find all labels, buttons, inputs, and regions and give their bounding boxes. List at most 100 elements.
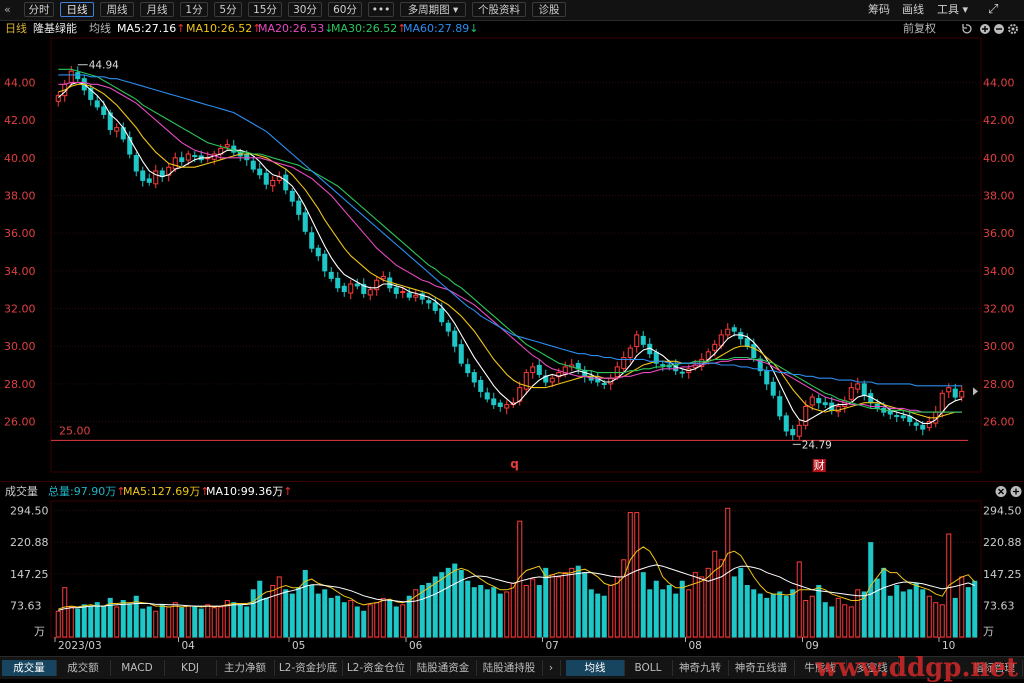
tab-5min[interactable]: 5分: [214, 2, 242, 17]
date-label: 04: [182, 640, 196, 652]
ma-lines: [57, 68, 962, 424]
ma60-value: MA60:27.89↓: [403, 22, 479, 35]
date-label: 05: [292, 640, 305, 652]
volume-bar: [692, 572, 698, 638]
q-marker: q: [510, 457, 519, 471]
zoom-out-icon[interactable]: [994, 24, 1004, 34]
tab-monthly[interactable]: 月线: [140, 2, 174, 17]
volume-chart[interactable]: 294.50 294.50 220.88 220.88 147.25 147.25 73.6…: [0, 500, 1024, 655]
candle-body: [497, 402, 503, 407]
candle-body: [504, 404, 510, 409]
volume-bar: [439, 572, 445, 638]
tab-60min[interactable]: 60分: [328, 2, 362, 17]
tab-30min[interactable]: 30分: [288, 2, 322, 17]
collapse-back-icon[interactable]: «: [4, 2, 11, 17]
candle: [361, 278, 367, 298]
tab-main-net[interactable]: 主力净额: [216, 660, 275, 676]
volume-bar: [848, 606, 854, 638]
tab-turnover[interactable]: 成交额: [56, 660, 111, 676]
volume-bar: [380, 597, 386, 638]
candle-body: [302, 212, 308, 232]
candle-body: [536, 364, 542, 375]
volume-bar: [900, 591, 906, 638]
candle: [406, 287, 412, 301]
tab-weekly[interactable]: 周线: [100, 2, 134, 17]
volume-bar: [491, 587, 497, 638]
diagnose-button[interactable]: 诊股: [532, 2, 566, 17]
volume-bar: [543, 567, 549, 638]
tab-hk-connect-funds[interactable]: 陆股通资金: [410, 660, 477, 676]
candle: [796, 420, 802, 440]
fullscreen-icon[interactable]: ⤢: [988, 2, 998, 17]
volume-bar: [621, 559, 627, 638]
volume-bar: [770, 593, 776, 638]
candlestick-chart[interactable]: 44.00 44.00 42.00 42.00 40.00 40.00 38.00 38.00…: [0, 37, 1024, 477]
zoom-in-icon[interactable]: [980, 24, 990, 34]
volume-bar: [257, 580, 263, 638]
candle: [328, 267, 334, 282]
draw-line-button[interactable]: 画线: [902, 2, 924, 17]
candle-body: [861, 383, 867, 396]
candle-body: [153, 170, 159, 185]
tab-ma[interactable]: 均线: [566, 660, 625, 676]
multi-period-dropdown[interactable]: 多周期图 ▾: [400, 2, 466, 17]
down-arrow-icon: ↓: [469, 22, 479, 35]
tab-l2-bottom[interactable]: L2-资金抄底: [274, 660, 343, 676]
ma20-value: MA20:26.53↓: [258, 22, 334, 35]
candle-body: [101, 106, 107, 115]
tab-boll[interactable]: BOLL: [624, 660, 673, 676]
stock-profile-button[interactable]: 个股资料: [472, 2, 526, 17]
volume-bar: [868, 542, 874, 638]
candle-body: [192, 155, 198, 158]
tab-15min[interactable]: 15分: [248, 2, 282, 17]
candle-body: [328, 271, 334, 279]
candle-body: [491, 398, 497, 406]
tab-kdj[interactable]: KDJ: [164, 660, 217, 676]
volume-bar: [738, 567, 744, 638]
volume-bar: [523, 585, 529, 638]
tools-dropdown[interactable]: 工具 ▾: [937, 2, 968, 17]
candle-body: [939, 392, 945, 413]
price-grid: [50, 37, 982, 473]
tab-daily[interactable]: 日线: [60, 2, 94, 17]
volume-bar: [783, 595, 789, 638]
tab-1min[interactable]: 1分: [180, 2, 208, 17]
candle-body: [322, 253, 328, 272]
tab-hk-connect-holdings[interactable]: 陆股通持股: [476, 660, 543, 676]
add-icon[interactable]: [1010, 486, 1022, 497]
volume-bar: [55, 610, 61, 638]
forward-adjust-button[interactable]: 前复权: [903, 20, 936, 37]
candle: [354, 278, 360, 290]
volume-bar: [536, 585, 542, 638]
volume-bar: [549, 574, 555, 638]
candle-body: [530, 366, 536, 374]
candle-body: [783, 415, 789, 432]
tab-timeshare[interactable]: 分时: [24, 2, 54, 17]
tab-macd[interactable]: MACD: [110, 660, 165, 676]
tab-l2-position[interactable]: L2-资金仓位: [342, 660, 411, 676]
undo-icon[interactable]: [962, 24, 972, 34]
y-tick-label-left: 32.00: [4, 303, 36, 316]
volume-bar: [926, 595, 932, 638]
volume-bar: [114, 606, 120, 638]
more-periods-button[interactable]: •••: [368, 2, 394, 17]
tab-five-lines[interactable]: 神奇五线谱: [728, 660, 795, 676]
ma-setting-label[interactable]: 均线: [89, 20, 111, 37]
close-icon[interactable]: [995, 486, 1007, 497]
tab-volume[interactable]: 成交量: [2, 660, 57, 676]
volume-bar: [471, 587, 477, 638]
volume-bar: [328, 597, 334, 638]
candle: [582, 365, 588, 383]
volume-bar: [101, 605, 107, 638]
settings-icon[interactable]: [1008, 24, 1018, 34]
volume-bar: [790, 589, 796, 638]
volume-bar: [907, 589, 913, 638]
chevron-right-icon[interactable]: ›: [542, 660, 561, 676]
candle-body: [796, 424, 802, 437]
volume-bar: [244, 606, 250, 638]
candle: [445, 319, 451, 337]
volume-bar: [94, 602, 100, 638]
tab-td9[interactable]: 神奇九转: [672, 660, 729, 676]
chips-button[interactable]: 筹码: [868, 2, 890, 17]
period-label: 日线: [5, 22, 27, 35]
